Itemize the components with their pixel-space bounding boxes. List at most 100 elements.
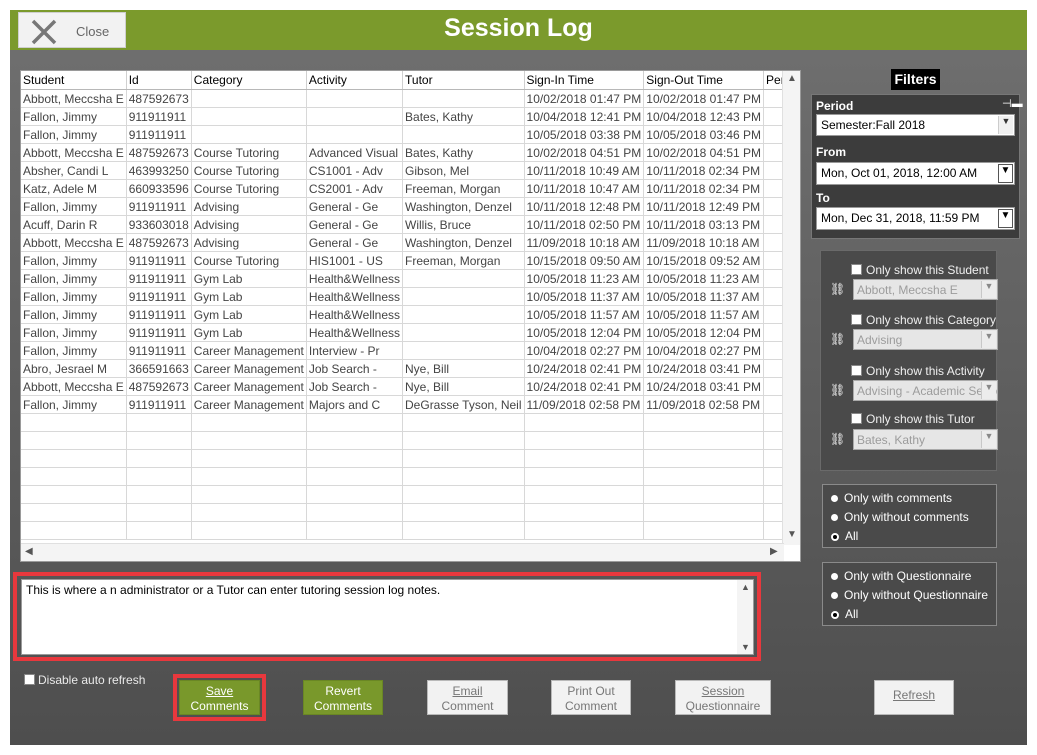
radio-icon[interactable] (831, 592, 838, 600)
scroll-left-icon[interactable]: ◀ (25, 546, 33, 557)
sessions-grid[interactable]: Student Id Category Activity Tutor Sign-In Ti… (20, 70, 801, 562)
column-header[interactable]: Id (126, 71, 192, 90)
radio-icon[interactable] (831, 514, 838, 522)
empty-cell (191, 521, 307, 540)
table-cell: 10/11/2018 02:34 PM (643, 179, 765, 198)
radio-all-comments[interactable]: All (831, 529, 858, 543)
chevron-down-icon[interactable]: ▼ (981, 382, 996, 399)
table-cell: Katz, Adele M (21, 179, 127, 198)
table-cell: 10/11/2018 02:50 PM (524, 215, 645, 234)
table-row[interactable]: Fallon, Jimmy 911911911 Career Management M… (21, 395, 800, 414)
radio-only-with-comments[interactable]: Only with comments (831, 491, 952, 505)
column-header[interactable]: Sign-Out Time (643, 71, 765, 90)
grid-horizontal-scrollbar[interactable]: ◀ ▶ (21, 543, 784, 561)
table-row[interactable]: Abro, Jesrael M 366591663 Career Managemen… (21, 359, 800, 378)
questionnaire-filter-group: Only with Questionnaire Only without Que… (822, 562, 997, 626)
chevron-down-icon[interactable]: ▼ (998, 116, 1013, 134)
table-row[interactable]: Abbott, Meccsha E 487592673 Career Managem… (21, 377, 800, 396)
checkbox-icon[interactable] (851, 264, 862, 276)
checkbox-icon[interactable] (24, 674, 35, 686)
notes-scrollbar[interactable]: ▲ ▼ (737, 580, 753, 654)
radio-selected-icon[interactable] (831, 532, 839, 541)
scroll-up-icon[interactable]: ▲ (787, 73, 797, 84)
binoculars-icon[interactable]: ⛓ (830, 432, 845, 446)
table-row[interactable]: Fallon, Jimmy 911911911 Course Tutoring HIS… (21, 251, 800, 270)
table-cell: 10/05/2018 11:37 AM (524, 287, 645, 306)
email-comment-button[interactable]: Email Comment (427, 680, 508, 715)
table-row[interactable]: Abbott, Meccsha E 487592673 10/02/2018 01:… (21, 89, 800, 108)
table-row[interactable]: Fallon, Jimmy 911911911 Gym Lab Health&Well… (21, 269, 800, 288)
scroll-down-icon[interactable]: ▼ (787, 529, 797, 540)
only-show-tutor-checkbox[interactable]: Only show this Tutor (851, 411, 975, 426)
binoculars-icon[interactable]: ⛓ (830, 282, 845, 296)
column-header[interactable]: Student (21, 71, 127, 90)
column-header[interactable]: Category (191, 71, 307, 90)
checkbox-icon[interactable] (851, 413, 862, 425)
table-row[interactable]: Fallon, Jimmy 911911911 10/05/2018 03:38 P… (21, 125, 800, 144)
print-out-comment-button[interactable]: Print Out Comment (551, 680, 631, 715)
column-header[interactable]: Activity (306, 71, 404, 90)
period-select[interactable]: Semester:Fall 2018 ▼ (816, 114, 1015, 136)
table-cell: Fallon, Jimmy (21, 287, 127, 306)
revert-comments-button[interactable]: Revert Comments (303, 680, 383, 715)
from-date-picker[interactable]: Mon, Oct 01, 2018, 12:00 AM ▼ (816, 162, 1015, 185)
only-show-activity-checkbox[interactable]: Only show this Activity (851, 363, 985, 378)
binoculars-icon[interactable]: ⛓ (830, 383, 845, 397)
table-header-row: Student Id Category Activity Tutor Sign-In Ti… (21, 71, 800, 90)
table-row[interactable]: Fallon, Jimmy 911911911 Career Management I… (21, 341, 800, 360)
session-questionnaire-button[interactable]: Session Questionnaire (675, 680, 771, 715)
checkbox-icon[interactable] (851, 314, 862, 326)
table-row[interactable]: Fallon, Jimmy 911911911 Gym Lab Health&Well… (21, 287, 800, 306)
scroll-up-icon[interactable]: ▲ (741, 582, 750, 592)
table-row[interactable]: Fallon, Jimmy 911911911 Bates, Kathy 10/04/… (21, 107, 800, 126)
table-body: Abbott, Meccsha E 487592673 10/02/2018 01:… (21, 89, 800, 540)
table-cell: Nye, Bill (402, 359, 525, 378)
table-cell: 10/11/2018 10:47 AM (524, 179, 645, 198)
table-row[interactable]: Fallon, Jimmy 911911911 Gym Lab Health&Well… (21, 305, 800, 324)
radio-only-without-comments[interactable]: Only without comments (831, 510, 969, 524)
refresh-button[interactable]: Refresh (874, 680, 954, 715)
scroll-right-icon[interactable]: ▶ (770, 546, 778, 557)
only-show-student-checkbox[interactable]: Only show this Student (851, 262, 989, 277)
disable-auto-refresh-checkbox[interactable]: Disable auto refresh (24, 672, 145, 687)
tutor-select[interactable]: Bates, Kathy ▼ (853, 429, 998, 450)
category-select[interactable]: Advising ▼ (853, 329, 998, 350)
table-row[interactable]: Abbott, Meccsha E 487592673 Advising Genera… (21, 233, 800, 252)
binoculars-icon[interactable]: ⛓ (830, 332, 845, 346)
activity-select[interactable]: Advising - Academic Services ▼ (853, 380, 998, 401)
table-cell: General - Ge (306, 233, 404, 252)
table-row[interactable]: Acuff, Darin R 933603018 Advising General -… (21, 215, 800, 234)
checkbox-icon[interactable] (851, 365, 862, 377)
student-select[interactable]: Abbott, Meccsha E ▼ (853, 279, 998, 300)
chevron-down-icon[interactable]: ▼ (981, 281, 996, 298)
table-row[interactable]: Fallon, Jimmy 911911911 Advising General - … (21, 197, 800, 216)
table-row[interactable]: Absher, Candi L 463993250 Course Tutoring C… (21, 161, 800, 180)
radio-only-with-questionnaire[interactable]: Only with Questionnaire (831, 569, 971, 583)
radio-selected-icon[interactable] (831, 610, 839, 619)
radio-all-questionnaire[interactable]: All (831, 607, 858, 621)
table-cell: 10/05/2018 11:23 AM (524, 269, 645, 288)
column-header[interactable]: Tutor (402, 71, 525, 90)
table-row[interactable]: Fallon, Jimmy 911911911 Gym Lab Health&Well… (21, 323, 800, 342)
chevron-down-icon[interactable]: ▼ (981, 431, 996, 448)
table-cell: 10/15/2018 09:50 AM (524, 251, 645, 270)
column-header[interactable]: Sign-In Time (524, 71, 645, 90)
table-row[interactable]: Katz, Adele M 660933596 Course Tutoring CS2… (21, 179, 800, 198)
session-notes-textarea[interactable]: This is where a n administrator or a Tut… (21, 579, 754, 655)
empty-cell (524, 413, 645, 432)
pin-icon[interactable]: ⊣▬ (1002, 97, 1023, 110)
scroll-down-icon[interactable]: ▼ (741, 642, 750, 652)
to-date-picker[interactable]: Mon, Dec 31, 2018, 11:59 PM ▼ (816, 207, 1015, 230)
empty-cell (21, 485, 127, 504)
table-row[interactable]: Abbott, Meccsha E 487592673 Course Tutorin… (21, 143, 800, 162)
grid-vertical-scrollbar[interactable]: ▲ ▼ (782, 71, 800, 545)
table-cell: DeGrasse Tyson, Neil (402, 395, 525, 414)
chevron-down-icon[interactable]: ▼ (998, 209, 1013, 228)
chevron-down-icon[interactable]: ▼ (981, 331, 996, 348)
chevron-down-icon[interactable]: ▼ (998, 164, 1013, 183)
only-show-category-checkbox[interactable]: Only show this Category (851, 312, 996, 327)
save-comments-button[interactable]: Save Comments (179, 680, 260, 715)
radio-icon[interactable] (831, 495, 838, 503)
radio-only-without-questionnaire[interactable]: Only without Questionnaire (831, 588, 988, 602)
radio-icon[interactable] (831, 573, 838, 581)
